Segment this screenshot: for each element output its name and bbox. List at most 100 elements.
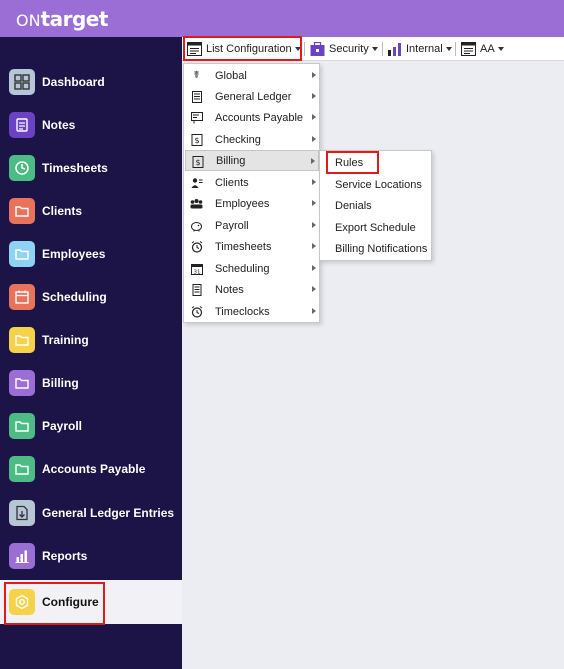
menu-item-notes[interactable]: Notes <box>185 279 319 300</box>
menu-item-billing[interactable]: $ Billing <box>185 150 319 171</box>
download-doc-icon <box>9 500 35 526</box>
menu-item-label: Notes <box>215 283 244 296</box>
security-label: Security <box>329 43 369 55</box>
menu-item-label: Accounts Payable <box>215 111 304 124</box>
chevron-right-icon <box>312 200 316 206</box>
security-menu[interactable]: Security <box>310 40 378 58</box>
menu-item-employees[interactable]: Employees <box>185 193 319 214</box>
toolbar-divider <box>304 42 305 56</box>
chevron-right-icon <box>312 265 316 271</box>
chevron-down-icon <box>445 47 452 51</box>
sidebar: Dashboard Notes Timesheets Clients Emplo… <box>0 37 182 669</box>
folder-icon <box>9 456 35 482</box>
sidebar-item-billing[interactable]: Billing <box>0 364 182 402</box>
aa-label: AA <box>480 43 495 55</box>
sidebar-item-scheduling[interactable]: Scheduling <box>0 278 182 316</box>
chevron-right-icon <box>312 286 316 292</box>
chevron-right-icon <box>311 158 315 164</box>
folder-icon <box>9 370 35 396</box>
people-icon <box>190 197 203 210</box>
menu-item-general-ledger[interactable]: General Ledger <box>185 86 319 107</box>
folder-icon <box>9 241 35 267</box>
chevron-right-icon <box>312 179 316 185</box>
caduceus-icon: ☤ <box>193 70 200 81</box>
sidebar-item-label: Accounts Payable <box>42 462 146 476</box>
internal-menu[interactable]: Internal <box>387 40 452 58</box>
notepad-icon <box>9 112 35 138</box>
app-logo[interactable]: ONtarget <box>16 7 108 31</box>
client-list-icon <box>190 176 203 189</box>
sidebar-item-label: Notes <box>42 118 76 132</box>
aa-menu[interactable]: AA <box>461 40 504 58</box>
logo-text: target <box>40 7 109 31</box>
menu-item-label: Billing <box>216 154 246 167</box>
sidebar-item-label: Clients <box>42 204 83 218</box>
sidebar-item-notes[interactable]: Notes <box>0 106 182 144</box>
menu-item-clients[interactable]: Clients <box>185 172 319 193</box>
menu-item-checking[interactable]: $ Checking <box>185 129 319 150</box>
submenu-item-service-locations[interactable]: Service Locations <box>335 179 422 191</box>
menu-item-label: Payroll <box>215 219 249 232</box>
folder-icon <box>9 413 35 439</box>
sidebar-item-employees[interactable]: Employees <box>0 235 182 273</box>
menu-item-label: Clients <box>215 176 249 189</box>
svg-text:$: $ <box>194 136 199 145</box>
clock-icon <box>9 155 35 181</box>
submenu-item-billing-notifications[interactable]: Billing Notifications <box>335 243 427 255</box>
chevron-down-icon <box>371 47 378 51</box>
submenu-item-export-schedule[interactable]: Export Schedule <box>335 222 416 234</box>
menu-item-global[interactable]: ☤ Global <box>185 65 319 86</box>
submenu-item-denials[interactable]: Denials <box>335 200 372 212</box>
alarm-clock-icon <box>190 240 203 253</box>
chevron-right-icon <box>312 114 316 120</box>
menu-item-label: Checking <box>215 133 261 146</box>
menu-item-label: Timeclocks <box>215 305 270 318</box>
dollar-icon: $ <box>190 133 203 146</box>
sidebar-item-dashboard[interactable]: Dashboard <box>0 63 182 101</box>
sidebar-item-timesheets[interactable]: Timesheets <box>0 149 182 187</box>
list-configuration-dropdown: ☤ Global General Ledger Accounts Payable… <box>183 63 320 323</box>
menu-item-timeclocks[interactable]: Timeclocks <box>185 301 319 322</box>
configure-highlight-box <box>4 582 105 625</box>
svg-text:$: $ <box>195 158 200 167</box>
sidebar-item-label: Dashboard <box>42 75 105 89</box>
calendar-icon: 31 <box>190 262 203 275</box>
chevron-down-icon <box>497 47 504 51</box>
folder-icon <box>9 198 35 224</box>
ledger-icon <box>190 90 203 103</box>
invoice-icon <box>190 111 203 124</box>
sidebar-item-clients[interactable]: Clients <box>0 192 182 230</box>
menu-item-accounts-payable[interactable]: Accounts Payable <box>185 107 319 128</box>
menu-item-label: Scheduling <box>215 262 270 275</box>
menu-item-timesheets[interactable]: Timesheets <box>185 236 319 257</box>
sidebar-item-label: Training <box>42 333 89 347</box>
notepad-icon <box>190 283 203 296</box>
sidebar-item-label: Billing <box>42 376 79 390</box>
menu-item-label: Timesheets <box>215 240 272 253</box>
sidebar-item-accounts-payable[interactable]: Accounts Payable <box>0 450 182 488</box>
sidebar-item-label: Reports <box>42 549 88 563</box>
sidebar-item-reports[interactable]: Reports <box>0 537 182 575</box>
toolbar-divider <box>382 42 383 56</box>
menu-item-payroll[interactable]: Payroll <box>185 215 319 236</box>
toolbar-divider <box>455 42 456 56</box>
security-icon <box>310 41 325 56</box>
menu-item-label: General Ledger <box>215 90 292 103</box>
sidebar-item-general-ledger-entries[interactable]: General Ledger Entries <box>0 494 182 532</box>
chevron-right-icon <box>312 222 316 228</box>
chevron-right-icon <box>312 243 316 249</box>
dollar-icon: $ <box>191 155 204 168</box>
calendar-icon <box>9 284 35 310</box>
sidebar-item-label: Employees <box>42 247 106 261</box>
internal-label: Internal <box>406 43 443 55</box>
list-configuration-highlight-box <box>183 36 302 61</box>
chevron-right-icon <box>312 136 316 142</box>
chevron-right-icon <box>312 93 316 99</box>
alarm-clock-icon <box>190 305 203 318</box>
sidebar-item-training[interactable]: Training <box>0 321 182 359</box>
grid-icon <box>9 69 35 95</box>
sidebar-item-payroll[interactable]: Payroll <box>0 407 182 445</box>
sidebar-item-label: Payroll <box>42 419 83 433</box>
sidebar-item-label: Timesheets <box>42 161 108 175</box>
menu-item-scheduling[interactable]: 31 Scheduling <box>185 258 319 279</box>
